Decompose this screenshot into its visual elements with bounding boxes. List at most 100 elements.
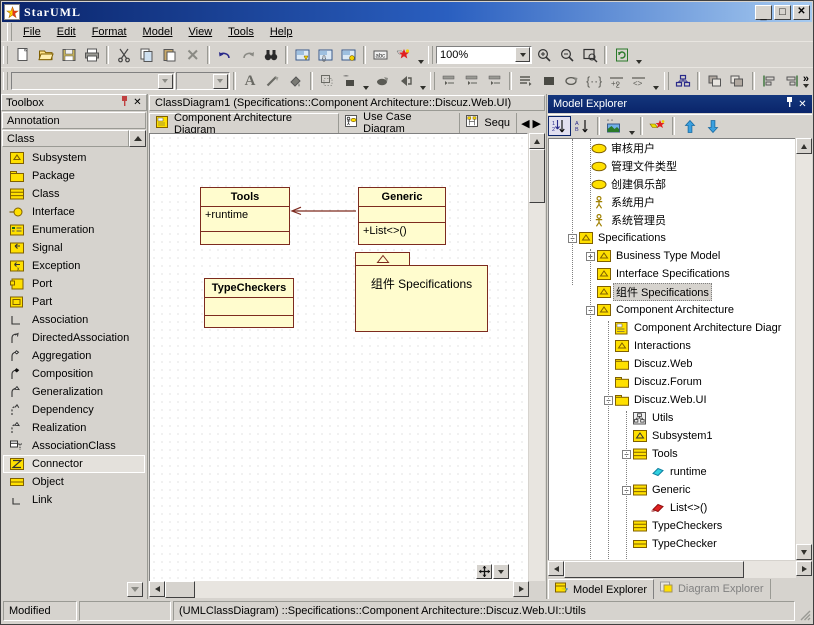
tab-use-case-diagram[interactable]: Use Case Diagram <box>339 113 460 133</box>
align-right-icon[interactable] <box>780 70 803 92</box>
menu-grip[interactable] <box>7 23 12 41</box>
tree-hscroll-thumb[interactable] <box>564 561 744 578</box>
toolbox-item-associationclass[interactable]: AssociationClass <box>1 437 147 455</box>
send-backward-icon[interactable] <box>703 70 726 92</box>
space-icon[interactable]: +ջ <box>606 70 629 92</box>
font-family-dropdown[interactable] <box>158 74 173 89</box>
shadow-icon[interactable] <box>316 70 339 92</box>
toolbox-item-link[interactable]: Link <box>1 491 147 509</box>
flip-icon[interactable] <box>394 70 417 92</box>
menu-file[interactable]: File <box>15 24 49 40</box>
toolbox-item-connector[interactable]: Connector <box>3 455 145 473</box>
toolbox-group-annotation[interactable]: Annotation <box>2 112 146 129</box>
toolbox-item-realization[interactable]: Realization <box>1 419 147 437</box>
menu-format[interactable]: Format <box>84 24 135 40</box>
toolbox-item-interface[interactable]: Interface <box>1 203 147 221</box>
tree-scroll-track[interactable] <box>796 154 812 544</box>
zoom-fit-icon[interactable] <box>578 44 601 66</box>
toolbox-item-exception[interactable]: x Exception <box>1 257 147 275</box>
sort-numeric-icon[interactable]: 12 <box>548 116 571 136</box>
zoom-dropdown-button[interactable] <box>515 47 530 62</box>
toolbar-overflow-button[interactable] <box>415 42 426 68</box>
tree-vertical-scrollbar[interactable] <box>795 138 812 560</box>
toolbox-item-port[interactable]: Port <box>1 275 147 293</box>
layout-icon[interactable] <box>515 70 538 92</box>
tree-node-discuz-forum[interactable]: Discuz.Forum <box>549 373 795 391</box>
group-icon[interactable] <box>672 70 695 92</box>
tree-horizontal-scrollbar[interactable] <box>564 561 796 578</box>
order-icon[interactable]: <> <box>628 70 651 92</box>
line-style-icon[interactable] <box>261 70 284 92</box>
toolbox-scroll-down-button[interactable] <box>127 582 143 597</box>
tree-node-discuz-web[interactable]: Discuz.Web <box>549 355 795 373</box>
align-toolbar-grip[interactable] <box>430 72 435 90</box>
pan-tool-button[interactable] <box>476 564 492 579</box>
menu-view[interactable]: View <box>181 24 221 40</box>
scroll-up-button[interactable] <box>529 133 545 149</box>
toolbox-item-composition[interactable]: Composition <box>1 365 147 383</box>
toolbox-item-dependency[interactable]: Dependency <box>1 401 147 419</box>
toolbox-item-aggregation[interactable]: Aggregation <box>1 347 147 365</box>
group-toolbar-grip[interactable] <box>664 72 669 90</box>
menu-tools[interactable]: Tools <box>220 24 262 40</box>
bring-forward-icon[interactable] <box>726 70 749 92</box>
scroll-left-button[interactable] <box>149 581 165 597</box>
close-icon[interactable]: ✕ <box>131 97 144 108</box>
tree-node-interactions[interactable]: Interactions <box>549 337 795 355</box>
scroll-thumb[interactable] <box>529 149 545 203</box>
tab-diagram-explorer[interactable]: Diagram Explorer <box>654 579 771 599</box>
tree-node-business-type-model[interactable]: + Business Type Model <box>549 247 795 265</box>
lock-diagram-icon[interactable] <box>337 44 360 66</box>
view-options-icon[interactable]: " " <box>603 116 626 136</box>
uml-package-component-specifications[interactable]: 组件 Specifications <box>355 265 488 332</box>
fill-color-icon[interactable] <box>284 70 307 92</box>
tree-node-component-architecture-diagram[interactable]: Component Architecture Diagr <box>549 319 795 337</box>
stereotype-display-icon[interactable]: "" <box>338 70 361 92</box>
uml-class-generic[interactable]: Generic +List<>() <box>358 187 446 245</box>
tree-node-创建俱乐部[interactable]: 创建俱乐部 <box>549 175 795 193</box>
font-size-combo[interactable] <box>176 72 230 90</box>
align-left-icon[interactable] <box>758 70 781 92</box>
copy-icon[interactable] <box>135 44 158 66</box>
font-family-combo[interactable] <box>11 72 175 90</box>
tab-model-explorer[interactable]: Model Explorer <box>548 579 654 599</box>
bring-front-icon[interactable] <box>560 70 583 92</box>
tree-node-组件-specifications[interactable]: 组件 Specifications <box>549 283 795 301</box>
font-size-dropdown[interactable] <box>213 74 228 89</box>
toolbox-item-enumeration[interactable]: Enumeration <box>1 221 147 239</box>
close-icon[interactable]: ✕ <box>796 99 809 110</box>
new-document-icon[interactable] <box>11 44 34 66</box>
uml-package-tab[interactable] <box>355 252 410 266</box>
move-down-icon[interactable] <box>701 116 724 136</box>
delete-x-icon[interactable] <box>181 44 204 66</box>
zoom-combo[interactable]: 100% <box>436 46 532 64</box>
resize-grip[interactable] <box>797 601 811 621</box>
cut-scissors-icon[interactable] <box>112 44 135 66</box>
tree-scroll-down-button[interactable] <box>796 544 812 560</box>
scroll-right-button[interactable] <box>513 581 529 597</box>
tab-sequence-diagram[interactable]: Sequ <box>460 113 517 133</box>
zoom-in-icon[interactable] <box>532 44 555 66</box>
tree-node-subsystem1[interactable]: Subsystem1 <box>549 427 795 445</box>
toolbar-more-button[interactable]: » <box>803 75 813 88</box>
diagram-vertical-scrollbar[interactable] <box>528 133 545 581</box>
add-model-icon[interactable]: {} <box>314 44 337 66</box>
tree-node-审核用户[interactable]: 审核用户 <box>549 139 795 157</box>
toolbox-item-directedassociation[interactable]: DirectedAssociation <box>1 329 147 347</box>
print-icon[interactable] <box>80 44 103 66</box>
open-folder-icon[interactable] <box>34 44 57 66</box>
format-overflow-button[interactable] <box>651 68 662 94</box>
toolbox-scroll-up-button[interactable] <box>129 130 146 147</box>
zoom-toolbar-grip[interactable] <box>428 46 433 64</box>
tree-node-tools[interactable]: − Tools <box>549 445 795 463</box>
menu-edit[interactable]: Edit <box>49 24 84 40</box>
toolbox-item-subsystem[interactable]: Subsystem <box>1 149 147 167</box>
uml-class-tools[interactable]: Tools +runtime <box>200 187 290 245</box>
stereotype-dropdown[interactable] <box>361 68 372 94</box>
canvas-menu-button[interactable] <box>493 564 509 579</box>
menu-model[interactable]: Model <box>135 24 181 40</box>
tab-component-architecture-diagram[interactable]: Component Architecture Diagram <box>149 113 339 133</box>
hscroll-thumb[interactable] <box>165 581 195 598</box>
save-disk-icon[interactable] <box>57 44 80 66</box>
pin-icon[interactable] <box>118 96 131 110</box>
